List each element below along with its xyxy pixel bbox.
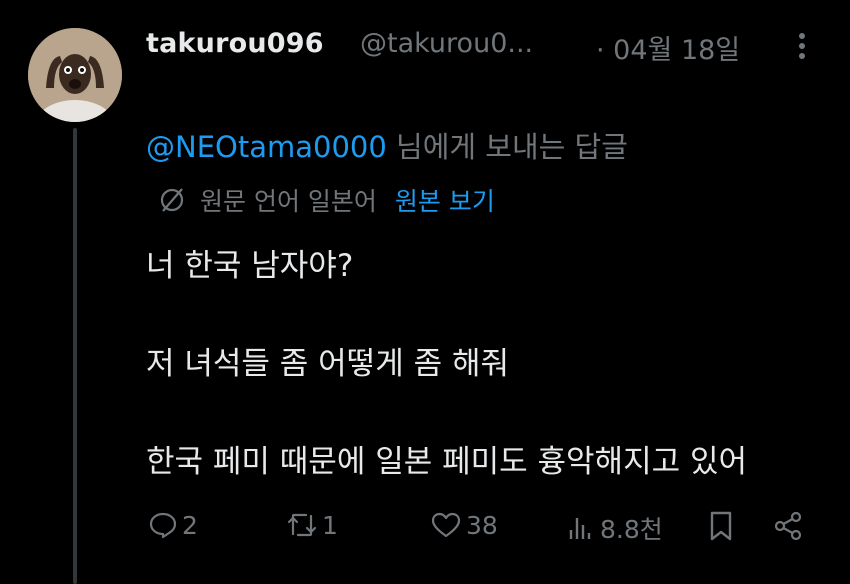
tweet-text-line-3: 한국 페미 때문에 일본 페미도 흉악해지고 있어 [146,444,748,480]
views-count: 8.8천 [600,515,663,544]
reply-icon [149,512,177,539]
like-count: 38 [466,510,498,540]
retweet-icon [287,513,317,537]
action-bar: 2 1 38 8.8천 [0,510,850,554]
retweet-button[interactable]: 1 [286,510,338,540]
like-icon [431,512,461,538]
reply-context: @NEOtama0000 님에게 보내는 답글 [146,124,628,166]
tweet-text-line-2: 저 녀석들 좀 어떻게 좀 해줘 [146,346,509,382]
reply-count: 2 [182,510,198,540]
username[interactable]: takurou096 [146,28,324,59]
reply-mention-link[interactable]: @NEOtama0000 [146,130,387,164]
tweet-date[interactable]: · 04월 18일 [596,28,740,67]
views-icon [569,518,591,539]
share-button[interactable] [772,510,804,542]
tweet-text-line-1: 너 한국 남자야? [146,248,354,284]
share-icon [774,511,802,541]
user-handle[interactable]: @takurou0... [360,28,533,59]
translation-note: 원문 언어 일본어 원본 보기 [158,182,495,218]
translation-label: 원문 언어 일본어 [200,187,377,216]
reply-button[interactable]: 2 [148,510,198,540]
show-original-link[interactable]: 원본 보기 [395,182,495,218]
globe-icon [160,188,184,212]
retweet-count: 1 [322,510,338,540]
avatar[interactable] [28,28,122,122]
views-button[interactable]: 8.8천 [566,510,663,546]
more-icon[interactable] [790,26,814,66]
like-button[interactable]: 38 [430,510,498,540]
bookmark-icon [710,511,732,541]
bookmark-button[interactable] [706,510,736,542]
reply-suffix: 님에게 보내는 답글 [386,130,628,164]
